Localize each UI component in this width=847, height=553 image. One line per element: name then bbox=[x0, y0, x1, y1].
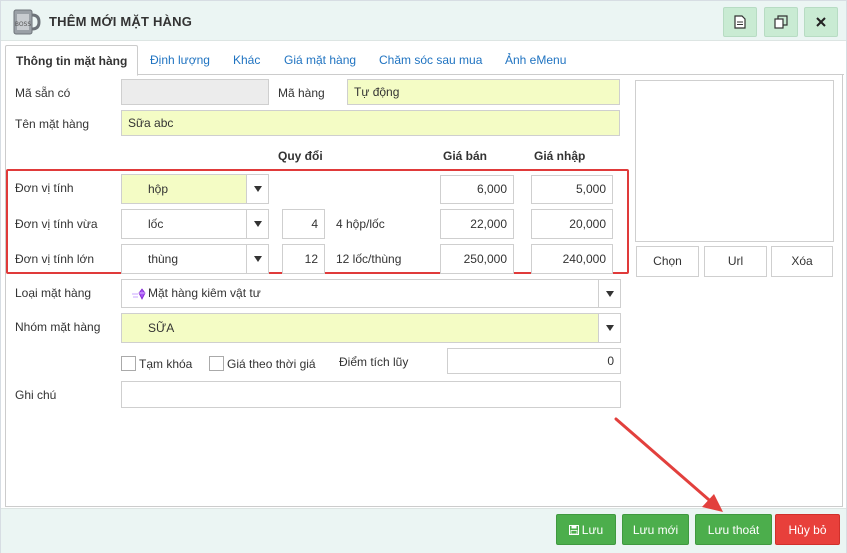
don-vi-tinh-vua-label: Đơn vị tính vừa bbox=[15, 217, 98, 231]
gia-ban-dvt-input[interactable]: 6,000 bbox=[440, 175, 514, 204]
tab-thong-tin-mat-hang[interactable]: Thông tin mặt hàng bbox=[5, 45, 139, 76]
tam-khoa-checkbox[interactable] bbox=[121, 356, 136, 371]
ma-hang-label: Mã hàng bbox=[278, 86, 325, 100]
chevron-down-icon bbox=[598, 314, 620, 342]
chevron-down-icon bbox=[246, 210, 268, 238]
chevron-down-icon bbox=[246, 245, 268, 273]
quy-doi-lon-text: 12 lốc/thùng bbox=[336, 252, 402, 266]
chevron-down-icon bbox=[246, 175, 268, 203]
don-vi-tinh-value: hộp bbox=[122, 175, 246, 203]
gia-nhap-vua-input[interactable]: 20,000 bbox=[531, 209, 613, 239]
luu-thoat-button[interactable]: Lưu thoát bbox=[695, 514, 772, 545]
gia-ban-vua-input[interactable]: 22,000 bbox=[440, 209, 514, 239]
ma-san-co-label: Mã sẵn có bbox=[15, 86, 71, 100]
tab-anh-emenu[interactable]: Ảnh eMenu bbox=[505, 45, 566, 75]
dialog-titlebar: BOSS THÊM MỚI MẶT HÀNG bbox=[1, 1, 846, 41]
gia-nhap-header: Giá nhập bbox=[534, 149, 586, 163]
document-button[interactable] bbox=[723, 7, 757, 37]
don-vi-tinh-lon-value: thùng bbox=[148, 252, 179, 266]
luu-button[interactable]: Lưu bbox=[556, 514, 616, 545]
tab-bar: Thông tin mặt hàng Định lượng Khác Giá m… bbox=[5, 45, 844, 76]
don-vi-tinh-lon-label: Đơn vị tính lớn bbox=[15, 252, 95, 266]
product-image-area[interactable] bbox=[635, 80, 834, 242]
tab-gia-mat-hang[interactable]: Giá mặt hàng bbox=[284, 45, 356, 75]
tab-khac[interactable]: Khác bbox=[233, 45, 260, 75]
don-vi-tinh-select[interactable]: hộp bbox=[121, 174, 269, 204]
copy-icon bbox=[774, 15, 788, 29]
gia-theo-thoi-gia-label: Giá theo thời giá bbox=[227, 357, 316, 371]
svg-text:BOSS: BOSS bbox=[15, 21, 32, 28]
add-product-dialog: BOSS THÊM MỚI MẶT HÀNG Thông tin mặt hàn… bbox=[0, 0, 847, 553]
loai-mat-hang-label: Loại mặt hàng bbox=[15, 286, 92, 300]
ghi-chu-label: Ghi chú bbox=[15, 388, 57, 402]
gia-theo-thoi-gia-checkbox[interactable] bbox=[209, 356, 224, 371]
tab-dinh-luong[interactable]: Định lượng bbox=[150, 45, 210, 75]
tab-cham-soc-sau-mua[interactable]: Chăm sóc sau mua bbox=[379, 45, 482, 75]
diem-tich-luy-input[interactable]: 0 bbox=[447, 348, 621, 374]
ten-mat-hang-label: Tên mặt hàng bbox=[15, 117, 90, 131]
quy-doi-lon-input[interactable]: 12 bbox=[282, 244, 325, 274]
dialog-title: THÊM MỚI MẶT HÀNG bbox=[49, 14, 193, 29]
nhom-mat-hang-label: Nhóm mặt hàng bbox=[15, 320, 101, 334]
ma-hang-input[interactable]: Tự động bbox=[347, 79, 620, 105]
gia-nhap-lon-input[interactable]: 240,000 bbox=[531, 244, 613, 274]
loai-mat-hang-value: Mặt hàng kiêm vật tư bbox=[148, 286, 261, 300]
don-vi-tinh-vua-select[interactable]: lốc bbox=[121, 209, 269, 239]
loai-mat-hang-select[interactable]: Mặt hàng kiêm vật tư bbox=[121, 279, 621, 308]
ghi-chu-input[interactable] bbox=[121, 381, 621, 408]
luu-moi-button[interactable]: Lưu mới bbox=[622, 514, 689, 545]
quy-doi-header: Quy đổi bbox=[278, 149, 323, 163]
gia-nhap-dvt-input[interactable]: 5,000 bbox=[531, 175, 613, 204]
tam-khoa-label: Tạm khóa bbox=[139, 357, 193, 371]
xoa-image-button[interactable]: Xóa bbox=[771, 246, 833, 277]
diem-tich-luy-label: Điểm tích lũy bbox=[339, 355, 409, 369]
don-vi-tinh-vua-value: lốc bbox=[148, 217, 164, 231]
copy-button[interactable] bbox=[764, 7, 798, 37]
floppy-disk-icon bbox=[568, 516, 579, 547]
nhom-mat-hang-value: SỮA bbox=[122, 314, 598, 342]
chon-image-button[interactable]: Chọn bbox=[636, 246, 699, 277]
document-icon bbox=[734, 15, 746, 29]
product-box-icon: BOSS bbox=[12, 9, 41, 35]
url-image-button[interactable]: Url bbox=[704, 246, 767, 277]
close-button[interactable] bbox=[804, 7, 838, 37]
close-icon bbox=[816, 17, 826, 27]
quy-doi-vua-input[interactable]: 4 bbox=[282, 209, 325, 239]
huy-bo-button[interactable]: Hủy bỏ bbox=[775, 514, 840, 545]
nhom-mat-hang-select[interactable]: SỮA bbox=[121, 313, 621, 343]
luu-button-label: Lưu bbox=[581, 523, 604, 537]
gia-ban-header: Giá bán bbox=[443, 149, 488, 163]
quy-doi-vua-text: 4 hộp/lốc bbox=[336, 217, 385, 231]
gia-ban-lon-input[interactable]: 250,000 bbox=[440, 244, 514, 274]
don-vi-tinh-lon-select[interactable]: thùng bbox=[121, 244, 269, 274]
ma-san-co-input[interactable] bbox=[121, 79, 269, 105]
chevron-down-icon bbox=[598, 280, 620, 307]
ten-mat-hang-input[interactable]: Sữa abc bbox=[121, 110, 620, 136]
don-vi-tinh-label: Đơn vị tính bbox=[15, 181, 74, 195]
